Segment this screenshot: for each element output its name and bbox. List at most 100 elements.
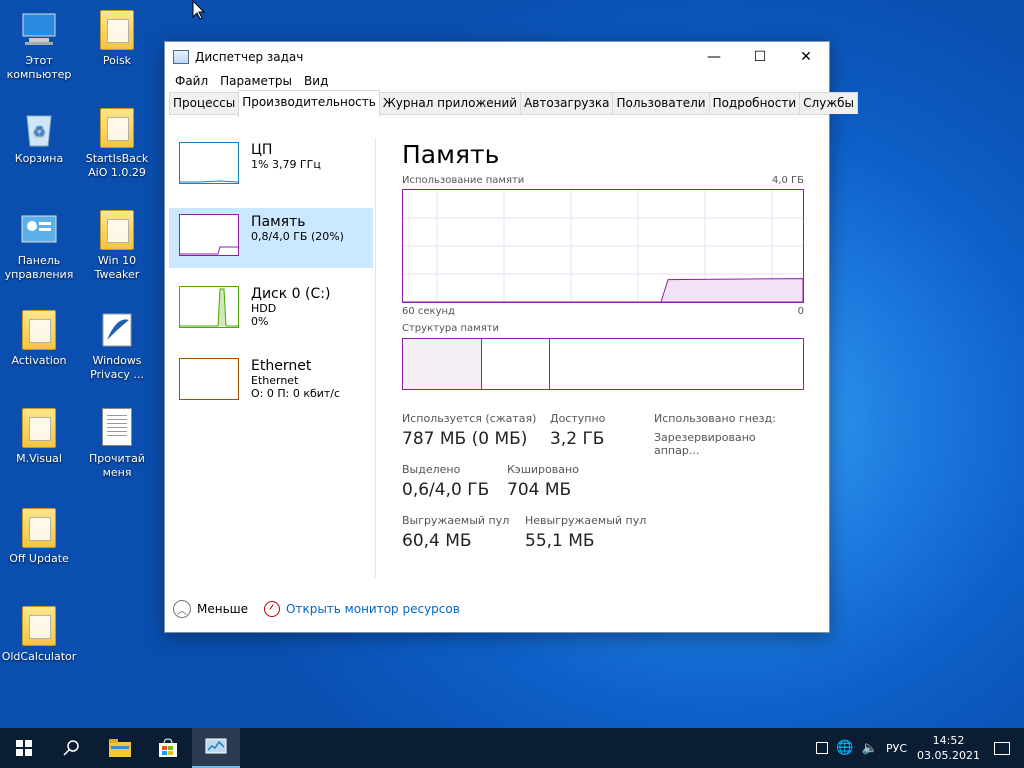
resource-item-cpu[interactable]: ЦП 1% 3,79 ГГц <box>169 136 373 196</box>
chevron-up-icon[interactable]: ︿ <box>173 600 191 618</box>
task-manager-app-icon <box>173 50 189 64</box>
memory-usage-graph <box>402 189 804 303</box>
desktop-icon-win10-tweaker[interactable]: Win 10 Tweaker <box>79 210 155 282</box>
desktop-icon-label: Корзина <box>14 152 64 165</box>
clock[interactable]: 14:52 03.05.2021 <box>917 733 980 763</box>
stat-available-value: 3,2 ГБ <box>550 429 605 449</box>
resource-monitor-icon <box>264 601 281 617</box>
desktop-icon-startisback[interactable]: StartIsBack AiO 1.0.29 <box>79 108 155 180</box>
desktop-icon-label: Прочитай меня <box>89 452 145 479</box>
menu-view[interactable]: Вид <box>298 72 334 92</box>
structure-in-use-segment <box>403 339 482 389</box>
memory-detail-panel: Память Использование памяти 4,0 ГБ 60 се… <box>402 136 804 572</box>
memory-thumbnail-graph <box>179 214 239 256</box>
tab-startup[interactable]: Автозагрузка <box>520 92 614 114</box>
windows-logo-icon <box>16 740 32 756</box>
resource-detail: 0,8/4,0 ГБ (20%) <box>251 230 344 243</box>
menu-options[interactable]: Параметры <box>214 72 298 92</box>
svg-text:♻: ♻ <box>33 124 46 140</box>
file-explorer-icon <box>109 739 131 757</box>
text-document-icon <box>97 408 137 448</box>
tab-processes[interactable]: Процессы <box>169 92 240 114</box>
resource-detail: HDD <box>251 302 277 315</box>
folder-icon <box>19 408 59 448</box>
memory-stats: Используется (сжатая) 787 МБ (0 МБ) Дост… <box>402 412 804 572</box>
tab-services[interactable]: Службы <box>799 92 859 114</box>
disk-thumbnail-graph <box>179 286 239 328</box>
desktop-icon-off-update[interactable]: Off Update <box>1 508 77 566</box>
minimize-button[interactable]: — <box>691 42 737 72</box>
tab-details[interactable]: Подробности <box>708 92 801 114</box>
notifications-icon[interactable] <box>994 741 1010 755</box>
resource-name: Диск 0 (C:) <box>251 286 331 302</box>
maximize-button[interactable]: ☐ <box>737 42 783 72</box>
recycle-bin-icon: ♻ <box>19 108 59 148</box>
resource-item-ethernet[interactable]: Ethernet Ethernet О: 0 П: 0 кбит/с <box>169 352 373 412</box>
language-indicator[interactable]: РУС <box>886 742 907 755</box>
title-bar[interactable]: Диспетчер задач — ☐ ✕ <box>165 42 829 72</box>
desktop-icon-readme[interactable]: Прочитай меня <box>79 408 155 480</box>
desktop-icon-label: Панель управления <box>4 254 74 281</box>
folder-icon <box>97 210 137 250</box>
action-center-square-icon[interactable] <box>816 742 829 754</box>
folder-search-icon <box>97 10 137 50</box>
resource-item-disk[interactable]: Диск 0 (C:) HDD 0% <box>169 280 373 340</box>
stat-nonpaged-pool-value: 55,1 МБ <box>525 531 595 551</box>
resource-name: ЦП <box>251 142 273 158</box>
clock-time: 14:52 <box>932 734 965 747</box>
memory-structure-bar <box>402 338 804 390</box>
tab-users[interactable]: Пользователи <box>612 92 710 114</box>
close-button[interactable]: ✕ <box>783 42 829 72</box>
tab-bar: Процессы Производительность Журнал прило… <box>169 90 859 117</box>
computer-icon <box>19 10 59 50</box>
tab-app-history[interactable]: Журнал приложений <box>378 92 522 114</box>
stat-nonpaged-pool-label: Невыгружаемый пул <box>525 514 647 527</box>
folder-icon <box>19 310 59 350</box>
taskbar-task-manager[interactable] <box>192 728 240 768</box>
desktop-icon-recycle-bin[interactable]: ♻ Корзина <box>1 108 77 166</box>
structure-standby-segment <box>550 339 803 389</box>
ethernet-thumbnail-graph <box>179 358 239 400</box>
clock-date: 03.05.2021 <box>917 749 980 762</box>
stat-committed-value: 0,6/4,0 ГБ <box>402 480 490 500</box>
window-footer: ︿ Меньше Открыть монитор ресурсов <box>173 600 460 618</box>
resource-detail-2: О: 0 П: 0 кбит/с <box>251 387 341 400</box>
stat-slots-label: Использовано гнезд: <box>654 412 776 425</box>
desktop-icon-this-pc[interactable]: Этот компьютер <box>1 10 77 82</box>
taskbar: 🌐 🔈 РУС 14:52 03.05.2021 <box>0 728 1024 768</box>
fewer-details-button[interactable]: Меньше <box>197 602 248 616</box>
desktop-icon-mvisual[interactable]: M.Visual <box>1 408 77 466</box>
desktop-icon-poisk[interactable]: Poisk <box>79 10 155 68</box>
stat-paged-pool-label: Выгружаемый пул <box>402 514 510 527</box>
tab-performance[interactable]: Производительность <box>238 90 380 117</box>
menu-file[interactable]: Файл <box>169 72 214 92</box>
stat-reserved-label: Зарезервировано аппар... <box>654 431 756 457</box>
memory-usage-area <box>403 278 804 303</box>
desktop-icon-label: StartIsBack AiO 1.0.29 <box>85 152 149 179</box>
resource-item-memory[interactable]: Память 0,8/4,0 ГБ (20%) <box>169 208 373 268</box>
network-globe-icon[interactable]: 🌐 <box>836 740 853 756</box>
desktop-icon-control-panel[interactable]: Панель управления <box>1 210 77 282</box>
memory-structure-label: Структура памяти <box>402 323 500 334</box>
window-title: Диспетчер задач <box>195 50 304 64</box>
memory-title: Память <box>402 140 500 169</box>
resource-list: ЦП 1% 3,79 ГГц Память 0,8/4,0 ГБ (20%) Д… <box>169 136 373 582</box>
desktop-icon-label: Win 10 Tweaker <box>94 254 140 281</box>
desktop-icon-oldcalculator[interactable]: OldCalculator <box>1 606 77 664</box>
volume-icon[interactable]: 🔈 <box>862 741 878 756</box>
memory-usage-svg <box>403 190 804 303</box>
search-button[interactable] <box>48 728 96 768</box>
taskbar-store[interactable] <box>144 728 192 768</box>
folder-icon <box>97 108 137 148</box>
calculator-folder-icon <box>19 606 59 646</box>
desktop-icon-activation[interactable]: Activation <box>1 310 77 368</box>
stat-paged-pool-value: 60,4 МБ <box>402 531 472 551</box>
taskbar-file-explorer[interactable] <box>96 728 144 768</box>
open-resource-monitor-link[interactable]: Открыть монитор ресурсов <box>286 602 460 616</box>
desktop-icon-label: Windows Privacy ... <box>90 354 144 381</box>
privacy-app-icon <box>97 310 137 350</box>
stat-committed-label: Выделено <box>402 463 461 476</box>
task-manager-icon <box>205 738 227 754</box>
desktop-icon-windows-privacy[interactable]: Windows Privacy ... <box>79 310 155 382</box>
start-button[interactable] <box>0 728 48 768</box>
